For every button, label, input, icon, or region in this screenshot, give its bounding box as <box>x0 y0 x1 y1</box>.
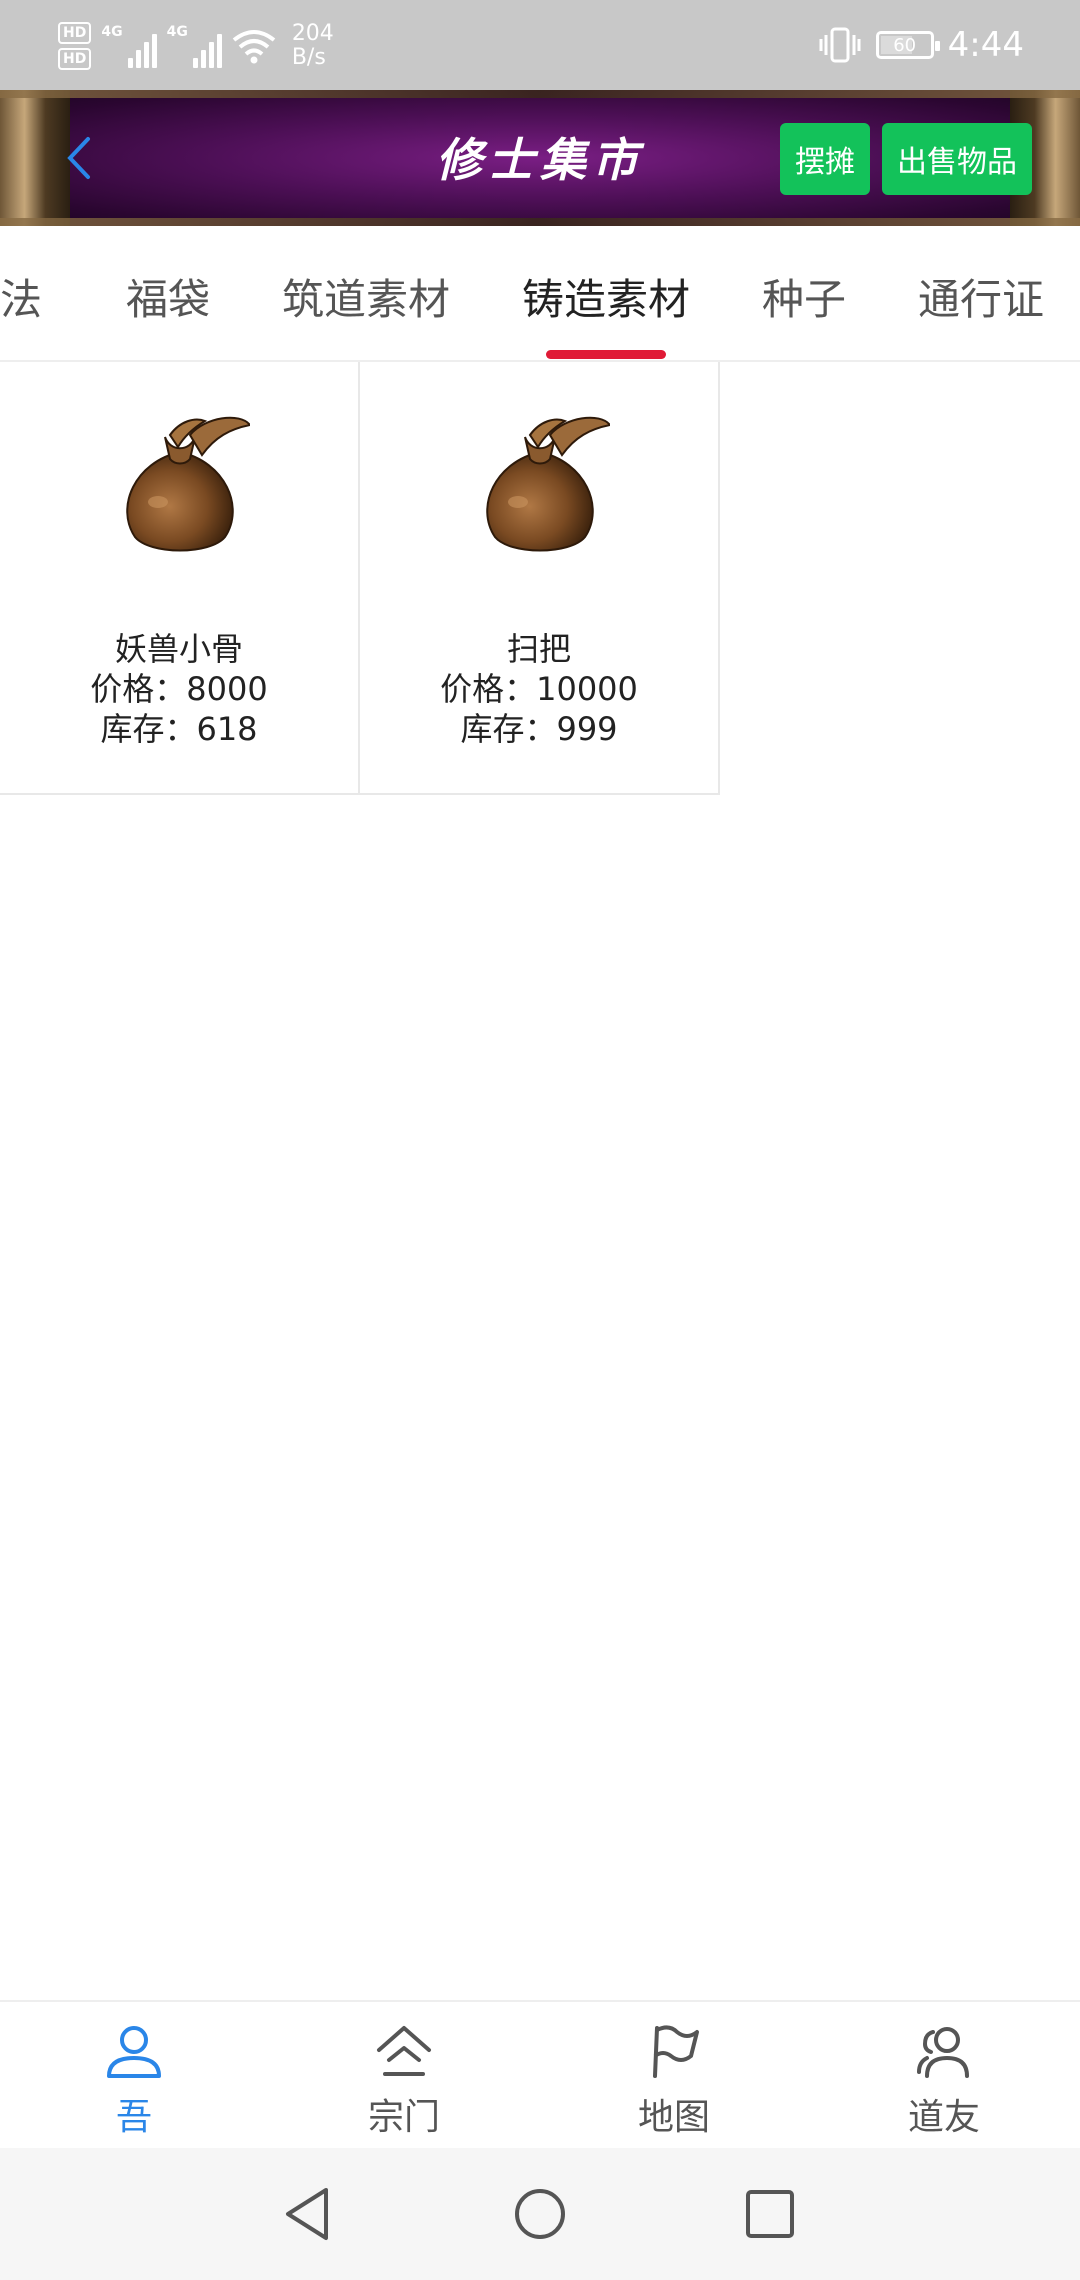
back-triangle-icon[interactable] <box>278 2184 338 2244</box>
status-left: HD HD 4G 4G 204 B/s <box>58 16 334 76</box>
hd-indicators: HD HD <box>58 22 92 70</box>
flag-icon <box>653 2025 699 2078</box>
tab-zhudao-materials[interactable]: 筑道素材 <box>282 266 450 327</box>
friends-icon <box>917 2027 969 2078</box>
speed-value: 204 <box>291 21 334 46</box>
nav-label-me: 吾 <box>115 2097 152 2138</box>
home-icon <box>377 2026 431 2076</box>
hd-badge-1: HD <box>58 22 92 44</box>
system-nav-bar <box>0 2148 1080 2280</box>
clock: 4:44 <box>947 25 1024 65</box>
active-tab-indicator <box>546 350 666 359</box>
app-header: 修士集市 摆摊 出售物品 <box>0 90 1080 226</box>
nav-item-sect[interactable]: 宗门 <box>344 2020 464 2140</box>
network-type-2: 4G <box>166 24 188 40</box>
status-bar: HD HD 4G 4G 204 B/s 60 4:44 <box>0 0 1080 90</box>
status-right: 60 4:44 <box>818 20 1024 70</box>
bag-icon <box>486 416 610 552</box>
battery-level: 60 <box>893 34 917 56</box>
person-icon <box>107 2026 161 2078</box>
sell-items-button[interactable]: 出售物品 <box>882 123 1032 195</box>
nav-item-map[interactable]: 地图 <box>614 2020 734 2140</box>
item-stock: 库存：999 <box>460 710 618 748</box>
nav-item-friends[interactable]: 道友 <box>884 2020 1004 2140</box>
vibrate-icon <box>819 27 861 63</box>
stall-button[interactable]: 摆摊 <box>780 123 870 195</box>
bag-icon <box>126 416 250 552</box>
tab-forging-materials[interactable]: 铸造素材 <box>522 266 690 327</box>
wifi-icon <box>232 30 276 64</box>
network-type-1: 4G <box>101 24 123 40</box>
item-card[interactable]: 扫把 价格：10000 库存：999 <box>360 362 720 795</box>
item-card[interactable]: 妖兽小骨 价格：8000 库存：618 <box>0 362 360 795</box>
nav-label-friends: 道友 <box>907 2097 980 2138</box>
signal-1-icon: 4G <box>101 24 157 68</box>
home-circle-icon[interactable] <box>510 2184 570 2244</box>
tab-gongfa[interactable]: 功法 <box>0 266 42 327</box>
tab-pass[interactable]: 通行证 <box>918 266 1044 327</box>
nav-label-map: 地图 <box>637 2097 710 2138</box>
category-tabs: 功法 福袋 筑道素材 铸造素材 种子 通行证 <box>0 226 1080 362</box>
tab-fudai[interactable]: 福袋 <box>126 266 210 327</box>
nav-label-sect: 宗门 <box>367 2097 440 2138</box>
item-stock: 库存：618 <box>100 710 258 748</box>
tab-seeds[interactable]: 种子 <box>762 266 846 327</box>
network-speed: 204 B/s <box>292 22 334 70</box>
signal-2-icon: 4G <box>167 24 222 68</box>
battery-icon: 60 <box>875 31 940 59</box>
bottom-nav: 吾 宗门 地图 道友 <box>0 2000 1080 2148</box>
speed-unit: B/s <box>291 45 326 70</box>
nav-item-me[interactable]: 吾 <box>74 2020 194 2140</box>
recents-square-icon[interactable] <box>740 2184 800 2244</box>
hd-badge-2: HD <box>58 48 92 70</box>
